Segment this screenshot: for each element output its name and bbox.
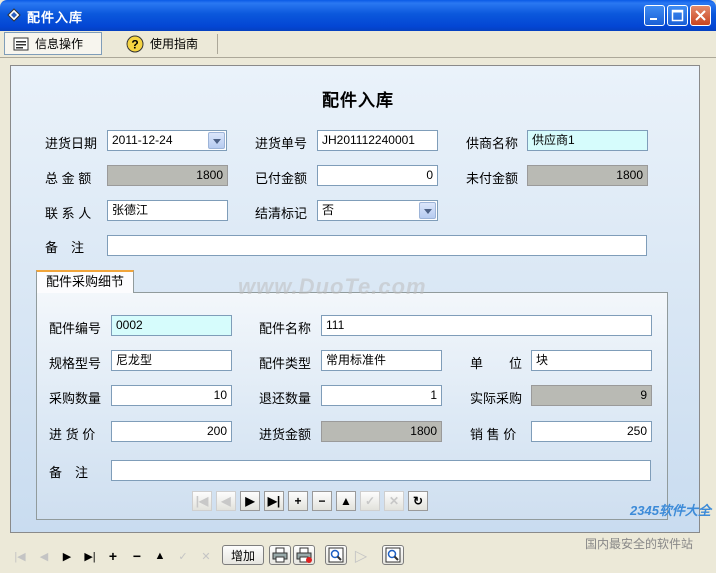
status-first-button[interactable]: |◀	[10, 547, 30, 565]
purchase-price-label: 进 货 价	[49, 427, 96, 442]
maximize-button[interactable]	[667, 5, 688, 26]
svg-text:?: ?	[131, 37, 138, 51]
status-last-button[interactable]: ▶|	[80, 547, 100, 565]
sale-price-label: 销 售 价	[470, 427, 517, 442]
detail-remark-field[interactable]	[111, 460, 651, 481]
status-post-button[interactable]: ✓	[173, 547, 193, 565]
play-icon[interactable]: ▷	[351, 547, 371, 565]
form-icon	[13, 37, 29, 50]
settled-label: 结清标记	[255, 206, 308, 221]
sale-price-field[interactable]: 250	[531, 421, 652, 442]
spec-field[interactable]: 尼龙型	[111, 350, 232, 371]
part-no-field[interactable]: 0002	[111, 315, 232, 336]
unpaid-amount-label: 未付金额	[466, 171, 519, 186]
actual-qty-field: 9	[531, 385, 652, 406]
order-no-field[interactable]: JH201112240001	[317, 130, 438, 151]
paid-amount-field[interactable]: 0	[317, 165, 438, 186]
tab-user-guide-label: 使用指南	[150, 37, 199, 51]
status-cancel-button[interactable]: ✕	[196, 547, 216, 565]
window-title: 配件入库	[27, 10, 84, 25]
nav-edit-button[interactable]: ▲	[336, 491, 356, 511]
nav-refresh-button[interactable]: ↻	[408, 491, 428, 511]
purchase-qty-field[interactable]: 10	[111, 385, 232, 406]
purchase-qty-label: 采购数量	[49, 391, 102, 406]
contact-label: 联 系 人	[45, 206, 92, 221]
print-button[interactable]	[269, 545, 291, 565]
return-qty-field[interactable]: 1	[321, 385, 442, 406]
status-prev-button[interactable]: ◀	[34, 547, 54, 565]
preview-icon	[328, 547, 344, 563]
toolbar-separator	[217, 34, 218, 54]
supplier-field[interactable]: 供应商1	[527, 130, 648, 151]
nav-cancel-button[interactable]: ✕	[384, 491, 404, 511]
search-button[interactable]	[382, 545, 404, 565]
remark-field[interactable]	[107, 235, 647, 256]
nav-last-button[interactable]: ▶|	[264, 491, 284, 511]
close-button[interactable]	[690, 5, 711, 26]
spec-label: 规格型号	[49, 356, 102, 371]
purchase-date-label: 进货日期	[45, 136, 98, 151]
status-add-button[interactable]: +	[103, 547, 123, 565]
purchase-amount-label: 进货金额	[259, 427, 312, 442]
supplier-label: 供商名称	[466, 136, 519, 151]
nav-prev-button[interactable]: ◀	[216, 491, 236, 511]
total-amount-label: 总 金 额	[45, 171, 92, 186]
add-record-button[interactable]: 增加	[222, 545, 264, 565]
part-type-field[interactable]: 常用标准件	[321, 350, 442, 371]
nav-post-button[interactable]: ✓	[360, 491, 380, 511]
purchase-date-value: 2011-12-24	[112, 133, 173, 147]
chevron-down-icon[interactable]	[419, 202, 436, 219]
status-delete-button[interactable]: −	[127, 547, 147, 565]
minimize-icon	[650, 18, 657, 20]
part-name-field[interactable]: 111	[321, 315, 652, 336]
search-icon	[385, 547, 401, 563]
minimize-button[interactable]	[644, 5, 665, 26]
help-icon: ?	[126, 35, 144, 52]
settled-value: 否	[322, 203, 335, 217]
printer-setup-icon	[296, 547, 312, 563]
preview-button[interactable]	[325, 545, 347, 565]
watermark-logo: 2345软件大全	[630, 503, 711, 518]
nav-delete-button[interactable]: −	[312, 491, 332, 511]
settled-select[interactable]: 否	[317, 200, 438, 221]
part-type-label: 配件类型	[259, 356, 312, 371]
form-title: 配件入库	[322, 91, 394, 110]
nav-next-button[interactable]: ▶	[240, 491, 260, 511]
nav-first-button[interactable]: |◀	[192, 491, 212, 511]
unit-label: 单 位	[470, 356, 523, 371]
paid-amount-label: 已付金额	[255, 171, 308, 186]
print-setup-button[interactable]	[293, 545, 315, 565]
tab-purchase-detail[interactable]: 配件采购细节	[36, 270, 134, 293]
printer-icon	[272, 547, 288, 563]
contact-field[interactable]: 张德江	[107, 200, 228, 221]
part-name-label: 配件名称	[259, 321, 312, 336]
status-edit-button[interactable]: ▲	[150, 547, 170, 565]
purchase-price-field[interactable]: 200	[111, 421, 232, 442]
unit-field[interactable]: 块	[531, 350, 652, 371]
unpaid-amount-field: 1800	[527, 165, 648, 186]
remark-label: 备 注	[45, 240, 85, 255]
nav-add-button[interactable]: +	[288, 491, 308, 511]
return-qty-label: 退还数量	[259, 391, 312, 406]
detail-remark-label: 备 注	[49, 465, 89, 480]
chevron-down-icon[interactable]	[208, 132, 225, 149]
tab-info-operation-label: 信息操作	[35, 37, 84, 51]
app-icon	[7, 8, 21, 22]
tab-info-operation[interactable]: 信息操作	[4, 32, 102, 55]
actual-qty-label: 实际采购	[470, 391, 523, 406]
watermark-subtext: 国内最安全的软件站	[585, 537, 694, 551]
status-next-button[interactable]: ▶	[57, 547, 77, 565]
purchase-date-picker[interactable]: 2011-12-24	[107, 130, 227, 151]
toolbar: 信息操作 ? 使用指南	[0, 31, 716, 58]
title-bar: 配件入库	[0, 0, 716, 31]
watermark-text: www.DuoTe.com	[238, 274, 427, 299]
close-icon	[695, 10, 706, 21]
tab-user-guide[interactable]: ? 使用指南	[118, 32, 214, 55]
maximize-icon	[671, 9, 684, 22]
order-no-label: 进货单号	[255, 136, 308, 151]
part-no-label: 配件编号	[49, 321, 102, 336]
total-amount-field: 1800	[107, 165, 228, 186]
purchase-amount-field: 1800	[321, 421, 442, 442]
